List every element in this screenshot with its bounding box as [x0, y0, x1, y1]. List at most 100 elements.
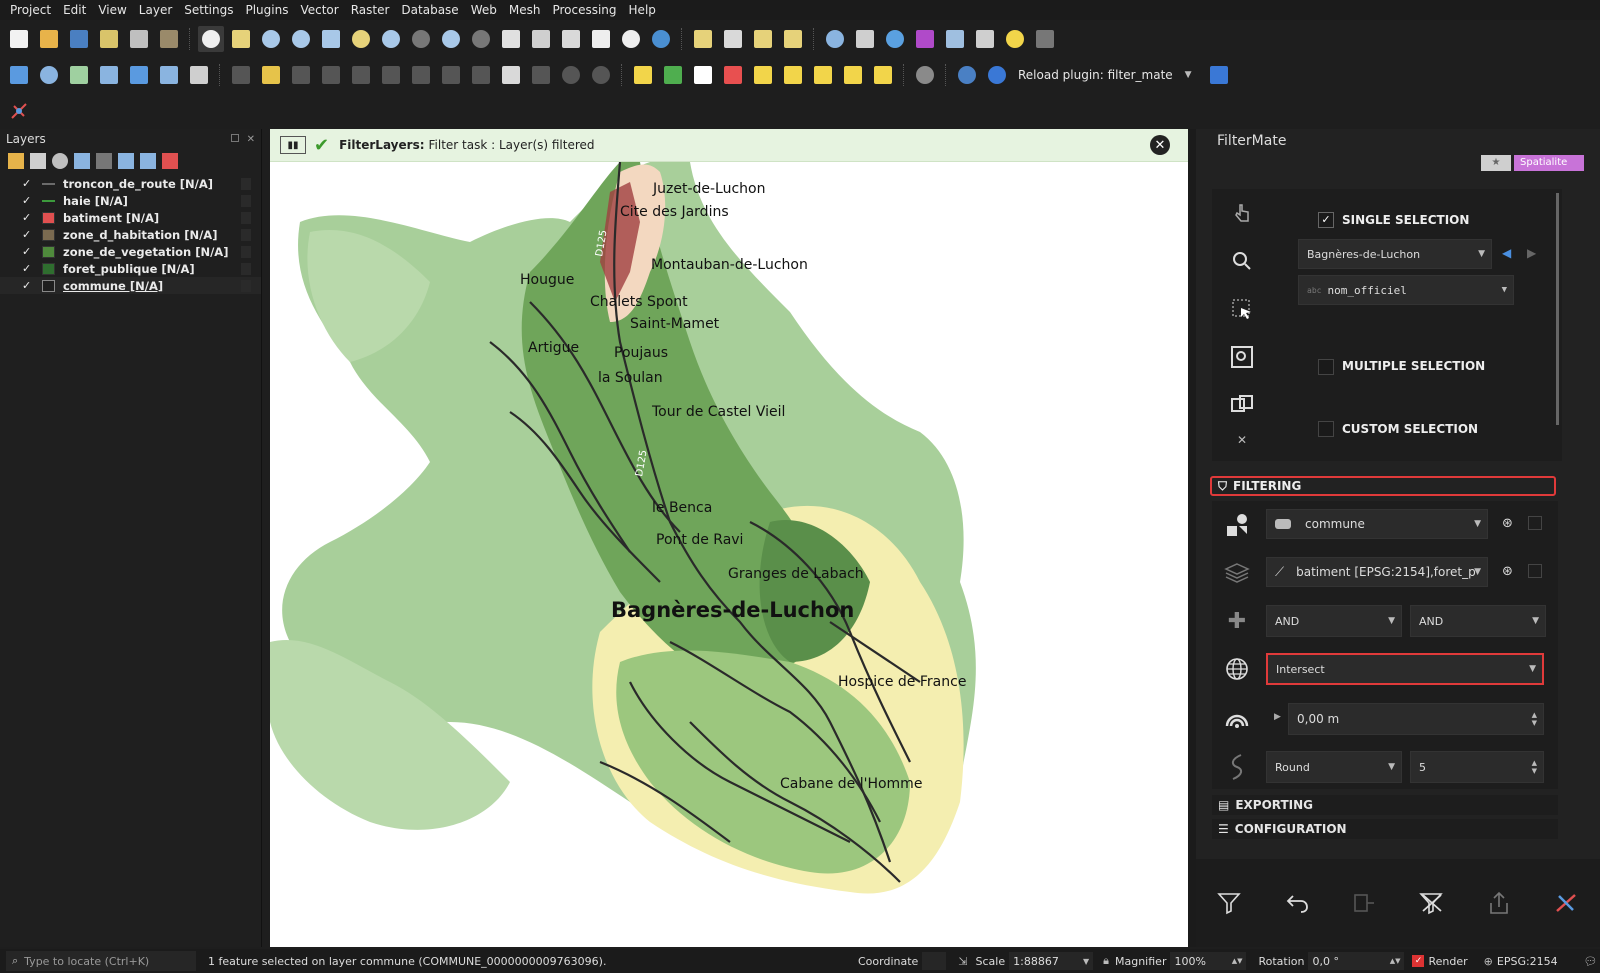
- expression-icon[interactable]: ⊛: [1502, 564, 1513, 579]
- style-manager-button[interactable]: [156, 26, 182, 52]
- layer-row-batiment[interactable]: ✓ batiment [N/A]: [0, 209, 261, 226]
- python-console-button[interactable]: [954, 62, 980, 88]
- layer-row-foret-publique[interactable]: ✓ foret_publique [N/A]: [0, 260, 261, 277]
- map-tips-button[interactable]: [1002, 26, 1028, 52]
- select-location-button[interactable]: [780, 26, 806, 52]
- expression-icon[interactable]: ⊛: [1502, 516, 1513, 531]
- menu-layer[interactable]: Layer: [133, 0, 178, 20]
- layer-option-checkbox[interactable]: [1528, 516, 1542, 530]
- predicate-combo[interactable]: Intersect ▼: [1266, 653, 1544, 685]
- expand-all-icon[interactable]: [118, 153, 134, 169]
- zoom-next-button[interactable]: [468, 26, 494, 52]
- save-project-button[interactable]: [66, 26, 92, 52]
- float-panel-icon[interactable]: [230, 133, 239, 142]
- menu-mesh[interactable]: Mesh: [503, 0, 547, 20]
- about-button[interactable]: [1546, 883, 1586, 923]
- buffer-type-toggle[interactable]: [1214, 745, 1260, 789]
- attribute-table-button[interactable]: [852, 26, 878, 52]
- data-source-manager-button[interactable]: [6, 62, 32, 88]
- new-3d-view-button[interactable]: [528, 26, 554, 52]
- exporting-section-header[interactable]: ▤ EXPORTING: [1212, 795, 1558, 815]
- buffer-type-combo[interactable]: Round ▼: [1266, 751, 1402, 783]
- filter-legend-icon[interactable]: [96, 153, 112, 169]
- add-wms-button[interactable]: [156, 62, 182, 88]
- unplaced-labels-button[interactable]: [870, 62, 896, 88]
- identify-tool-button[interactable]: [1222, 193, 1262, 233]
- layer-row-zone-de-vegetation[interactable]: ✓ zone_de_vegetation [N/A]: [0, 243, 261, 260]
- close-icon[interactable]: ✕: [247, 134, 255, 145]
- show-bookmarks-button[interactable]: [588, 26, 614, 52]
- messages-icon[interactable]: 💬︎: [1584, 955, 1598, 968]
- toggle-extent-icon[interactable]: ⇲: [958, 955, 967, 968]
- help-button[interactable]: [1206, 62, 1232, 88]
- expand-arrow-icon[interactable]: ▶: [1274, 712, 1281, 722]
- menu-project[interactable]: Project: [4, 0, 57, 20]
- remove-layer-icon[interactable]: [162, 153, 178, 169]
- apply-filter-button[interactable]: [1210, 883, 1250, 923]
- redo-filter-button[interactable]: [1344, 883, 1384, 923]
- render-checkbox[interactable]: ✓: [1412, 955, 1425, 967]
- eye-icon[interactable]: [52, 153, 68, 169]
- save-edits-button[interactable]: [288, 62, 314, 88]
- change-label-button[interactable]: [810, 62, 836, 88]
- identify-button[interactable]: [822, 26, 848, 52]
- menu-web[interactable]: Web: [465, 0, 503, 20]
- map-canvas[interactable]: ▮▮ ✔ FilterLayers: Filter task : Layer(s…: [270, 129, 1188, 947]
- undo-button[interactable]: [558, 62, 584, 88]
- processing-toolbox-button[interactable]: [882, 26, 908, 52]
- buffer-segments-input[interactable]: 5 ▲ ▼: [1410, 751, 1544, 783]
- layer-option-checkbox[interactable]: [1528, 564, 1542, 578]
- section-scrollbar[interactable]: [1556, 193, 1559, 425]
- filter-icon[interactable]: [74, 153, 90, 169]
- menu-vector[interactable]: Vector: [294, 0, 344, 20]
- unfilter-button[interactable]: [1412, 883, 1452, 923]
- temporal-controller-button[interactable]: [618, 26, 644, 52]
- new-memory-layer-button[interactable]: [126, 62, 152, 88]
- open-project-button[interactable]: [36, 26, 62, 52]
- geometric-predicate-toggle[interactable]: [1214, 647, 1260, 691]
- menu-raster[interactable]: Raster: [345, 0, 396, 20]
- combine-operator-combo[interactable]: AND ▼: [1266, 605, 1402, 637]
- add-virtual-layer-button[interactable]: [186, 62, 212, 88]
- highlight-label-button[interactable]: [720, 62, 746, 88]
- rotate-label-button[interactable]: [780, 62, 806, 88]
- menu-view[interactable]: View: [92, 0, 132, 20]
- checkbox[interactable]: ✓: [22, 262, 34, 275]
- undo-filter-button[interactable]: [1277, 883, 1317, 923]
- combine-operator-combo-2[interactable]: AND ▼: [1410, 605, 1546, 637]
- move-label-button[interactable]: [750, 62, 776, 88]
- redo-button[interactable]: [588, 62, 614, 88]
- add-feature-button[interactable]: [348, 62, 374, 88]
- digitize-button[interactable]: [318, 62, 344, 88]
- chevron-down-icon[interactable]: ▼: [1185, 70, 1192, 80]
- checkbox[interactable]: ✓: [22, 245, 34, 258]
- current-edits-button[interactable]: [228, 62, 254, 88]
- delete-selected-button[interactable]: [438, 62, 464, 88]
- cut-features-button[interactable]: [468, 62, 494, 88]
- crs-globe-icon[interactable]: ⊕: [1484, 955, 1493, 968]
- layout-manager-button[interactable]: [126, 26, 152, 52]
- lock-icon[interactable]: 🔒︎: [1103, 954, 1109, 968]
- feature-picker[interactable]: Bagnères-de-Luchon ▼: [1298, 239, 1492, 269]
- reload-plugin-button[interactable]: [984, 62, 1010, 88]
- zoom-to-feature-button[interactable]: [1222, 337, 1262, 377]
- zoom-selection-button[interactable]: [348, 26, 374, 52]
- layer-row-commune[interactable]: ✓ commune [N/A]: [0, 277, 261, 294]
- target-layers-combo[interactable]: ⟋ batiment [EPSG:2154],foret_p ▼: [1266, 557, 1488, 587]
- pan-button[interactable]: [198, 26, 224, 52]
- favorites-button[interactable]: ★: [1481, 155, 1511, 171]
- show-label-button[interactable]: [840, 62, 866, 88]
- source-layer-toggle[interactable]: [1214, 503, 1260, 547]
- reload-plugin-label[interactable]: Reload plugin: filter_mate: [1018, 68, 1173, 82]
- new-shapefile-button[interactable]: [66, 62, 92, 88]
- add-group-icon[interactable]: [30, 153, 46, 169]
- new-geopackage-button[interactable]: [36, 62, 62, 88]
- filtering-section-header[interactable]: ⛉ FILTERING: [1210, 476, 1556, 496]
- menu-edit[interactable]: Edit: [57, 0, 92, 20]
- zoom-native-button[interactable]: [408, 26, 434, 52]
- copy-features-button[interactable]: [498, 62, 524, 88]
- link-layers-button[interactable]: [1222, 385, 1262, 425]
- target-layers-toggle[interactable]: [1214, 551, 1260, 595]
- deselect-button[interactable]: [750, 26, 776, 52]
- panel-splitter[interactable]: [1188, 129, 1196, 947]
